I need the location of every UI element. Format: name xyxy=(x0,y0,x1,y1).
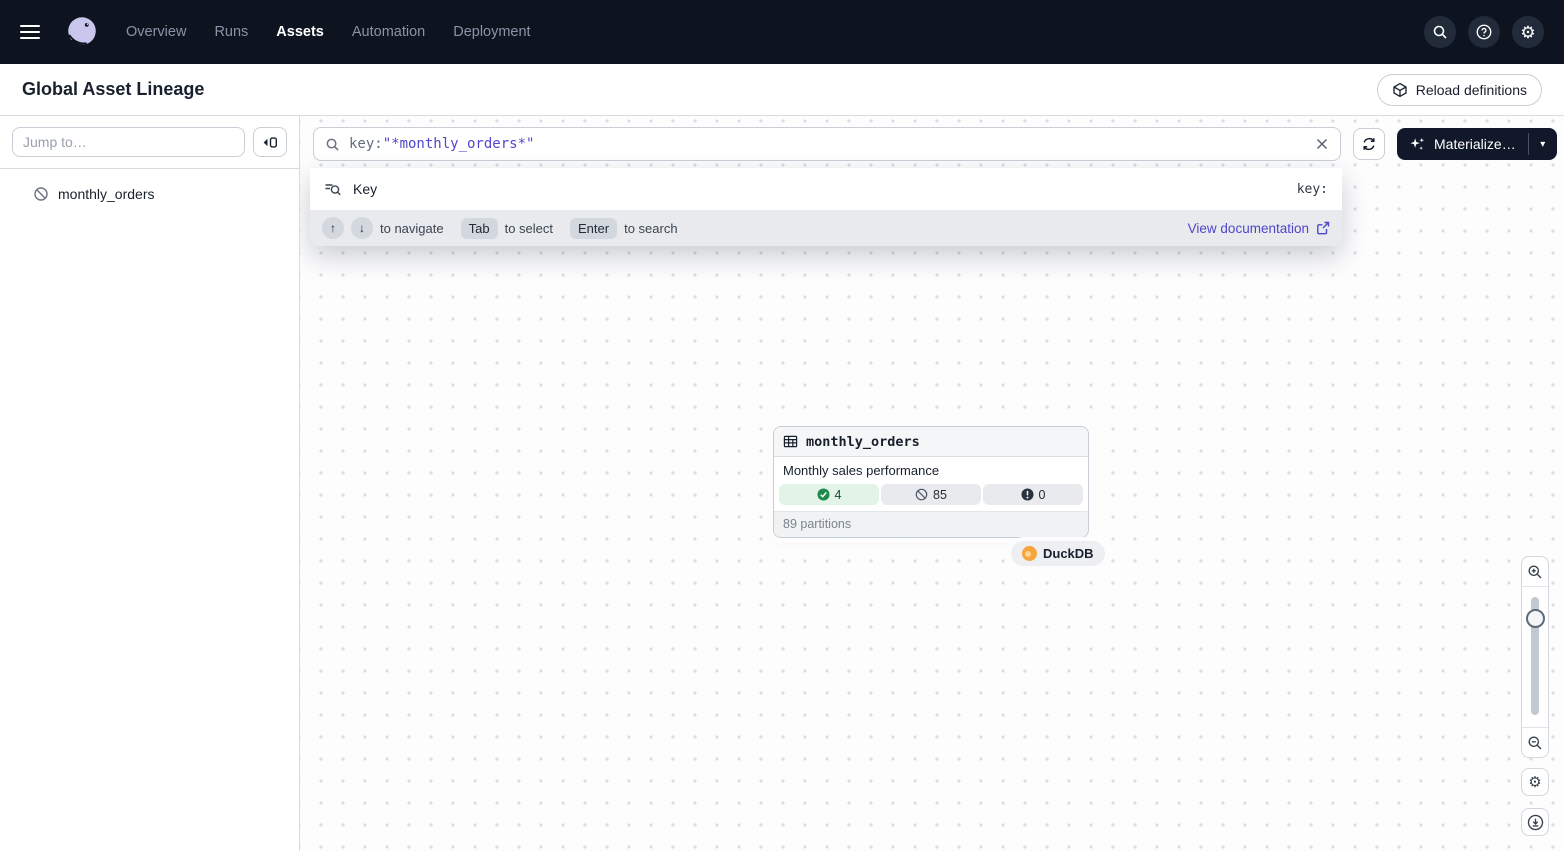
search-icon xyxy=(1432,24,1448,40)
hamburger-menu-button[interactable] xyxy=(20,18,48,46)
download-icon xyxy=(1527,814,1544,831)
materialize-button[interactable]: Materialize… xyxy=(1397,128,1528,160)
zoom-slider-handle[interactable] xyxy=(1526,609,1545,628)
materialize-label: Materialize… xyxy=(1434,136,1516,152)
asset-list-sidebar: monthly_orders xyxy=(0,116,300,851)
top-navigation-bar: Overview Runs Assets Automation Deployme… xyxy=(0,0,1564,64)
sparkles-icon xyxy=(1409,136,1426,153)
external-link-icon xyxy=(1316,221,1330,235)
sidebar-asset-list: monthly_orders xyxy=(0,169,299,209)
partitions-materialized-pill: 4 xyxy=(779,484,879,505)
page-header: Global Asset Lineage Reload definitions xyxy=(0,64,1564,116)
suggestion-key-row[interactable]: Key key: xyxy=(310,168,1342,210)
sidebar-item-label: monthly_orders xyxy=(58,186,155,202)
suggestion-hint: key: xyxy=(1297,182,1328,197)
duckdb-icon xyxy=(1022,546,1037,561)
asset-node-description: Monthly sales performance xyxy=(774,457,1088,483)
nav-runs[interactable]: Runs xyxy=(214,24,248,40)
never-materialized-icon xyxy=(915,488,928,501)
page-title: Global Asset Lineage xyxy=(22,79,204,100)
gear-icon: ⚙ xyxy=(1528,775,1541,790)
search-icon xyxy=(325,137,340,152)
sidebar-toolbar xyxy=(0,116,299,169)
collapse-panel-icon xyxy=(261,135,279,150)
partitions-count-label: 89 partitions xyxy=(774,511,1088,537)
search-hints-footer: ↑ ↓ to navigate Tab to select Enter to s… xyxy=(310,210,1342,246)
code-location-icon xyxy=(1392,82,1408,98)
help-icon xyxy=(1475,23,1493,41)
zoom-out-button[interactable] xyxy=(1522,727,1548,757)
nav-assets[interactable]: Assets xyxy=(276,24,324,40)
dagster-logo-icon xyxy=(63,13,101,51)
partition-status-pills: 4 85 0 xyxy=(774,483,1088,511)
close-icon xyxy=(1315,137,1329,151)
help-button[interactable] xyxy=(1468,16,1500,48)
table-icon xyxy=(783,434,798,449)
navigate-hint-label: to navigate xyxy=(380,221,444,236)
global-search-button[interactable] xyxy=(1424,16,1456,48)
chevron-down-icon: ▾ xyxy=(1540,139,1545,150)
partitions-failed-pill: 0 xyxy=(983,484,1083,505)
collapse-panel-button[interactable] xyxy=(253,127,287,157)
lineage-graph-canvas[interactable]: key:"*monthly_orders*" Materialize… xyxy=(300,116,1564,851)
nav-deployment[interactable]: Deployment xyxy=(453,24,530,40)
clear-search-button[interactable] xyxy=(1315,137,1329,151)
nav-overview[interactable]: Overview xyxy=(126,24,186,40)
tab-key: Tab xyxy=(461,218,498,239)
asset-search-input[interactable]: key:"*monthly_orders*" xyxy=(313,127,1341,161)
kind-tag-label: DuckDB xyxy=(1043,546,1094,561)
arrow-down-key: ↓ xyxy=(351,217,373,239)
asset-node-title: monthly_orders xyxy=(806,434,920,450)
search-hint-label: to search xyxy=(624,221,677,236)
asset-node-monthly-orders[interactable]: monthly_orders Monthly sales performance… xyxy=(773,426,1089,538)
materialize-split-button: Materialize… ▾ xyxy=(1397,128,1557,160)
zoom-control-panel xyxy=(1521,556,1549,758)
gear-icon: ⚙ xyxy=(1520,24,1535,41)
suggestion-label: Key xyxy=(353,181,377,197)
never-materialized-icon xyxy=(33,186,49,202)
asset-node-header: monthly_orders xyxy=(774,427,1088,457)
check-circle-icon xyxy=(817,488,830,501)
dagster-logo[interactable] xyxy=(62,12,102,52)
zoom-out-icon xyxy=(1527,735,1543,751)
filter-search-icon xyxy=(324,182,342,197)
partitions-missing-pill: 85 xyxy=(881,484,981,505)
reload-definitions-label: Reload definitions xyxy=(1416,82,1527,98)
alert-circle-icon xyxy=(1021,488,1034,501)
zoom-in-button[interactable] xyxy=(1522,557,1548,587)
materialize-dropdown-button[interactable]: ▾ xyxy=(1529,128,1557,160)
refresh-icon xyxy=(1361,136,1377,152)
content: monthly_orders key:"*monthly_orders*" xyxy=(0,116,1564,851)
refresh-graph-button[interactable] xyxy=(1353,128,1385,160)
user-settings-button[interactable]: ⚙ xyxy=(1512,16,1544,48)
jump-to-input[interactable] xyxy=(12,127,245,157)
sidebar-item-monthly-orders[interactable]: monthly_orders xyxy=(0,179,299,209)
search-query-text: key:"*monthly_orders*" xyxy=(349,136,534,152)
reload-definitions-button[interactable]: Reload definitions xyxy=(1377,74,1542,106)
select-hint-label: to select xyxy=(505,221,553,236)
zoom-in-icon xyxy=(1527,564,1543,580)
search-suggestions-dropdown: Key key: ↑ ↓ to navigate Tab to select E… xyxy=(310,168,1342,246)
arrow-up-key: ↑ xyxy=(322,217,344,239)
download-graph-button[interactable] xyxy=(1521,808,1549,836)
primary-nav: Overview Runs Assets Automation Deployme… xyxy=(126,24,531,40)
enter-key: Enter xyxy=(570,218,617,239)
zoom-slider[interactable] xyxy=(1522,587,1548,727)
view-documentation-link[interactable]: View documentation xyxy=(1188,221,1330,236)
nav-actions: ⚙ xyxy=(1424,16,1544,48)
graph-settings-button[interactable]: ⚙ xyxy=(1521,768,1549,796)
nav-automation[interactable]: Automation xyxy=(352,24,425,40)
duckdb-kind-tag[interactable]: DuckDB xyxy=(1011,541,1105,566)
